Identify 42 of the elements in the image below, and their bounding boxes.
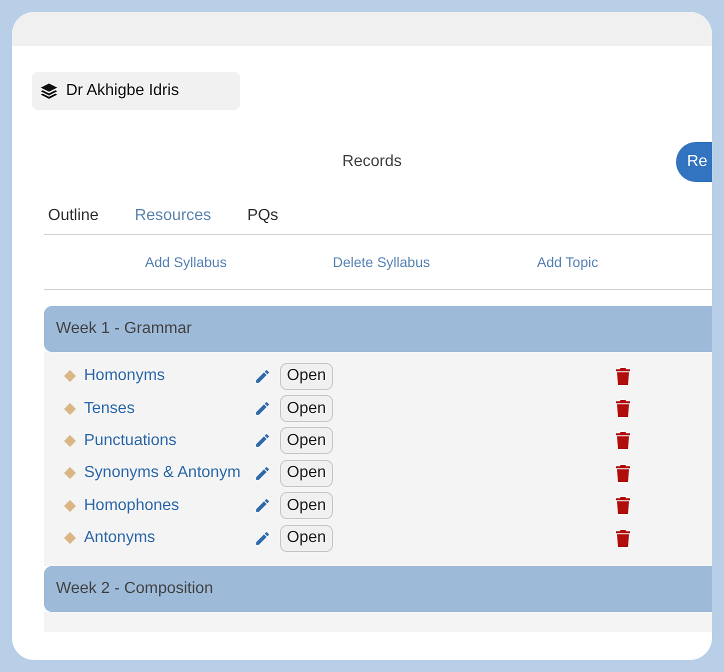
topic-link[interactable]: Tenses [84, 400, 254, 418]
pencil-icon[interactable] [254, 368, 271, 385]
topic-link[interactable]: Antonyms [84, 529, 254, 548]
trash-icon[interactable] [616, 464, 630, 482]
diamond-icon [64, 532, 76, 544]
layers-icon [40, 82, 58, 100]
topic-link[interactable]: Homophones [84, 496, 254, 515]
trash-icon[interactable] [616, 530, 630, 547]
topic-link[interactable]: Homonyms [84, 367, 254, 386]
trash-icon[interactable] [616, 368, 630, 385]
tab[interactable]: Outline [48, 207, 99, 225]
open-button[interactable]: Open [280, 362, 333, 390]
user-name: Dr Akhigbe Idris [66, 82, 179, 100]
action-link[interactable]: Add Topic [537, 254, 598, 270]
week-header[interactable]: Week 1 - Grammar [44, 306, 712, 352]
trash-icon[interactable] [616, 432, 630, 450]
header-button[interactable]: Re [676, 142, 712, 182]
open-button[interactable]: Open [280, 460, 333, 487]
diamond-icon [64, 402, 76, 415]
open-button[interactable]: Open [280, 395, 333, 422]
week-header[interactable]: Week 2 - Composition [44, 566, 712, 612]
topic-link[interactable]: Synonyms & Antonym [84, 464, 254, 482]
open-button[interactable]: Open [280, 524, 333, 552]
trash-icon[interactable] [616, 400, 630, 418]
pencil-icon[interactable] [254, 464, 271, 482]
open-button[interactable]: Open [280, 492, 333, 520]
diamond-icon [64, 500, 76, 512]
tab[interactable]: Resources [134, 207, 212, 225]
diamond-icon [64, 467, 76, 480]
tab[interactable]: PQs [247, 207, 278, 225]
diamond-icon [64, 434, 76, 447]
pencil-icon[interactable] [254, 400, 271, 418]
action-link[interactable]: Delete Syllabus [332, 254, 430, 270]
diamond-icon [64, 370, 76, 382]
trash-icon[interactable] [616, 497, 630, 514]
action-link[interactable]: Add Syllabus [145, 254, 227, 270]
pencil-icon[interactable] [254, 530, 271, 547]
pencil-icon[interactable] [254, 432, 271, 450]
page-heading: Records [342, 153, 402, 171]
open-button[interactable]: Open [280, 427, 333, 454]
pencil-icon[interactable] [254, 497, 271, 514]
topic-link[interactable]: Punctuations [84, 432, 254, 450]
